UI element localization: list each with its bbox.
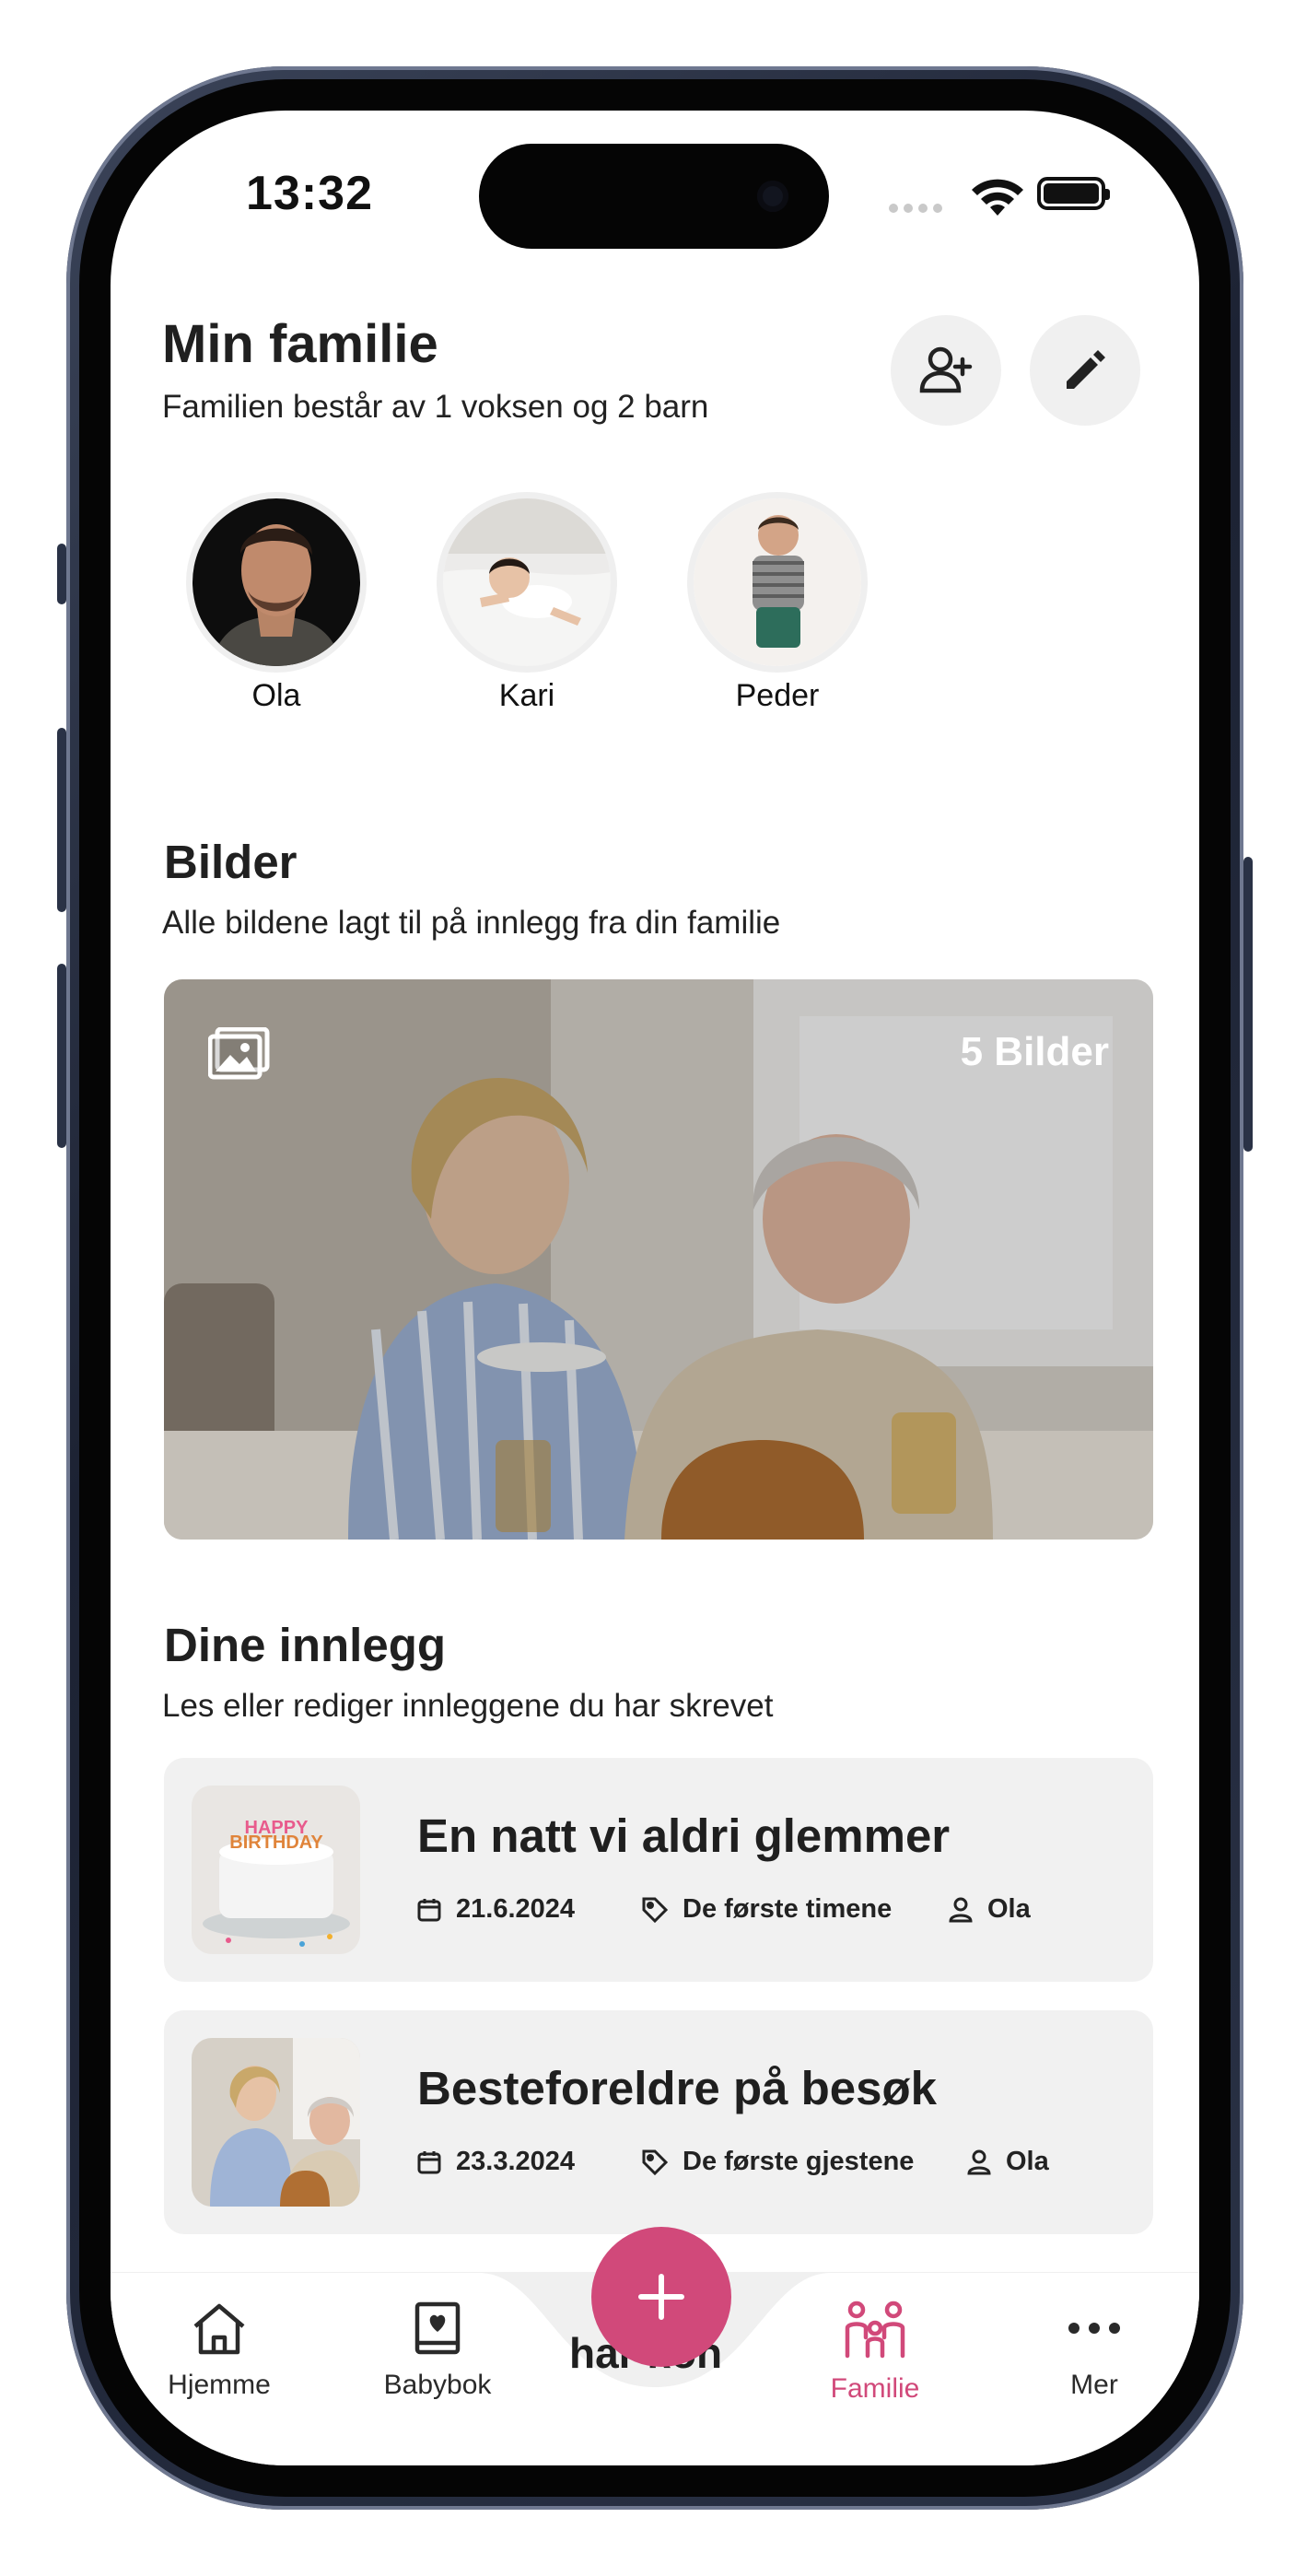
tab-babybook[interactable]: Babybok [345, 2301, 530, 2401]
posts-section-subtitle: Les eller rediger innleggene du har skre… [162, 1688, 774, 1724]
avatar [437, 492, 617, 673]
member-kari[interactable]: Kari [426, 492, 628, 714]
tab-home[interactable]: Hjemme [127, 2301, 311, 2401]
power-button [1243, 857, 1253, 1152]
posts-section-title: Dine innlegg [164, 1619, 446, 1671]
post-card[interactable]: Besteforeldre på besøk 23.3.2024 De førs… [164, 2010, 1153, 2234]
member-name: Ola [251, 678, 301, 713]
post-card[interactable]: HAPPY BIRTHDAY En natt vi aldri glemmer … [164, 1758, 1153, 1982]
photo-count: 5 Bilder [960, 1029, 1109, 1074]
person-icon [949, 1897, 973, 1922]
post-thumbnail: HAPPY BIRTHDAY [192, 1786, 360, 1954]
photo-gallery-card[interactable]: 5 Bilder [164, 979, 1153, 1540]
post-date: 21.6.2024 [415, 1894, 575, 1925]
page-subtitle: Familien består av 1 voksen og 2 barn [162, 389, 709, 425]
avatar [186, 492, 367, 673]
page-title: Min familie [162, 314, 438, 374]
post-title: En natt vi aldri glemmer [417, 1809, 951, 1862]
create-post-button[interactable] [591, 2227, 731, 2367]
svg-text:BIRTHDAY: BIRTHDAY [229, 1832, 323, 1853]
edit-family-button[interactable] [1030, 315, 1140, 426]
screen: 13:32 Min familie Familien består av 1 v… [111, 111, 1199, 2465]
status-time: 13:32 [246, 167, 373, 220]
tag-icon [642, 1897, 669, 1923]
action-button [57, 544, 66, 604]
gallery-icon [208, 1027, 270, 1080]
more-icon [1068, 2323, 1120, 2334]
member-name: Kari [498, 678, 555, 713]
family-icon [845, 2301, 905, 2359]
post-author: Ola [947, 1894, 1031, 1925]
post-thumbnail [192, 2038, 360, 2207]
post-author: Ola [965, 2147, 1049, 2177]
plus-icon [638, 2274, 684, 2320]
calendar-icon [417, 2150, 441, 2173]
add-person-icon [919, 346, 973, 393]
avatar [687, 492, 868, 673]
post-title: Besteforeldre på besøk [417, 2062, 938, 2114]
member-ola[interactable]: Ola [175, 492, 378, 714]
person-icon [967, 2149, 991, 2174]
home-icon [193, 2303, 245, 2355]
post-date: 23.3.2024 [415, 2147, 575, 2177]
front-camera [757, 181, 788, 212]
signal-icon [889, 201, 948, 217]
tab-more[interactable]: Mer [1002, 2301, 1186, 2401]
tag-icon [642, 2149, 669, 2175]
member-name: Peder [735, 678, 820, 713]
photos-section-subtitle: Alle bildene lagt til på innlegg fra din… [162, 905, 781, 941]
dynamic-island [479, 144, 829, 249]
member-peder[interactable]: Peder [676, 492, 879, 714]
post-tag: De første timene [640, 1894, 892, 1925]
photos-section-title: Bilder [164, 836, 298, 888]
battery-icon [1037, 177, 1110, 210]
tab-family[interactable]: Familie [783, 2301, 967, 2405]
pencil-icon [1067, 350, 1105, 389]
volume-up-button [57, 728, 66, 912]
wifi-icon [972, 179, 1023, 216]
babybook-icon [414, 2301, 461, 2355]
post-tag: De første gjestene [640, 2147, 914, 2177]
add-member-button[interactable] [891, 315, 1001, 426]
calendar-icon [417, 1898, 441, 1921]
volume-down-button [57, 964, 66, 1148]
